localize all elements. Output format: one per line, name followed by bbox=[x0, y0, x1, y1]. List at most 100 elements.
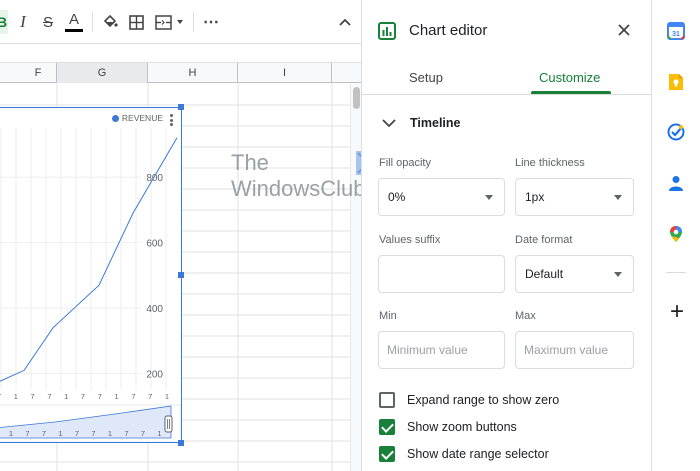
toolbar-divider bbox=[193, 12, 194, 32]
resize-handle-bottom-right[interactable] bbox=[178, 440, 184, 446]
chart-menu-icon[interactable] bbox=[170, 114, 173, 126]
column-header-row: F G H I bbox=[0, 62, 361, 83]
x-tick-label: 7 bbox=[31, 392, 35, 401]
max-label: Max bbox=[515, 310, 536, 322]
tabs-divider bbox=[362, 94, 652, 95]
chevron-down-icon bbox=[177, 20, 183, 24]
min-label: Min bbox=[379, 310, 397, 322]
max-field[interactable] bbox=[516, 332, 633, 368]
expand-range-option[interactable]: Expand range to show zero bbox=[379, 391, 559, 409]
show-zoom-buttons-option[interactable]: Show zoom buttons bbox=[379, 418, 517, 436]
navigator-tick-label: 1 bbox=[58, 429, 62, 438]
italic-button[interactable]: I bbox=[12, 10, 34, 34]
dropdown-value: 1px bbox=[525, 190, 545, 204]
dropdown-value: Default bbox=[525, 267, 564, 281]
calendar-day: 31 bbox=[672, 31, 680, 38]
column-label: G bbox=[97, 67, 107, 79]
plus-icon: + bbox=[669, 298, 684, 325]
chart-editor-panel: Chart editor Setup Customize Timeline Fi… bbox=[361, 0, 652, 471]
navigator-tick-label: 1 bbox=[108, 429, 112, 438]
line-chart: 800600400200717717717711771771771 bbox=[0, 128, 181, 442]
resize-handle-right[interactable] bbox=[178, 272, 184, 278]
show-zoom-buttons-checkbox[interactable] bbox=[379, 419, 395, 435]
navigator-tick-label: 1 bbox=[9, 429, 13, 438]
column-header-f[interactable]: F bbox=[0, 63, 57, 83]
min-field[interactable] bbox=[379, 332, 504, 368]
y-tick-label: 600 bbox=[146, 239, 163, 250]
caret-down-icon bbox=[614, 195, 622, 200]
caret-down-icon bbox=[485, 195, 493, 200]
range-navigator[interactable]: 1 7 7 1 7 7 1 7 7 1 bbox=[0, 404, 181, 442]
date-format-dropdown[interactable]: Default bbox=[515, 255, 634, 293]
tasks-icon[interactable] bbox=[667, 123, 685, 141]
checkbox-label: Show zoom buttons bbox=[407, 420, 517, 434]
dropdown-value: 0% bbox=[388, 190, 406, 204]
x-tick-label: 1 bbox=[14, 392, 18, 401]
navigator-tick-label: 7 bbox=[75, 429, 79, 438]
watermark-line: WindowsClub bbox=[231, 176, 361, 201]
maps-icon[interactable] bbox=[667, 225, 685, 243]
x-tick-label: 1 bbox=[64, 392, 68, 401]
min-input[interactable] bbox=[378, 331, 505, 369]
line-thickness-label: Line thickness bbox=[515, 157, 585, 169]
collapse-toolbar-button[interactable] bbox=[334, 10, 356, 34]
y-tick-label: 400 bbox=[146, 304, 163, 315]
chart[interactable]: 800600400200717717717711771771771 REVENU… bbox=[0, 107, 182, 443]
strikethrough-button[interactable]: S bbox=[37, 10, 59, 34]
section-title: Timeline bbox=[410, 116, 461, 130]
caret-down-icon bbox=[614, 272, 622, 277]
chart-gridlines bbox=[0, 128, 167, 390]
keep-icon[interactable] bbox=[667, 73, 685, 91]
toolbar-divider bbox=[92, 12, 93, 32]
x-tick-label: 7 bbox=[47, 392, 51, 401]
add-addon-button[interactable]: + bbox=[666, 300, 688, 324]
fill-opacity-dropdown[interactable]: 0% bbox=[378, 178, 505, 216]
chart-legend: REVENUE bbox=[111, 113, 163, 123]
x-tick-label: 7 bbox=[148, 392, 152, 401]
column-header-h[interactable]: H bbox=[148, 63, 238, 83]
max-input[interactable] bbox=[515, 331, 634, 369]
y-tick-label: 200 bbox=[146, 370, 163, 381]
spreadsheet-area: B I S A ⋯ F G H I 800 600 400 200 1 7 7 … bbox=[0, 0, 361, 471]
tab-setup[interactable]: Setup bbox=[409, 70, 443, 85]
values-suffix-field[interactable] bbox=[379, 256, 504, 292]
text-color-bar bbox=[65, 29, 83, 32]
editor-title: Chart editor bbox=[409, 22, 488, 39]
text-color-button[interactable]: A bbox=[62, 10, 86, 34]
column-header-g[interactable]: G bbox=[57, 63, 148, 83]
expand-range-checkbox[interactable] bbox=[379, 392, 395, 408]
calendar-icon[interactable]: 31 bbox=[667, 22, 685, 40]
x-tick-label: 7 bbox=[98, 392, 102, 401]
fill-opacity-label: Fill opacity bbox=[379, 157, 431, 169]
show-date-range-checkbox[interactable] bbox=[379, 446, 395, 462]
bold-button[interactable]: B bbox=[0, 10, 8, 34]
x-tick-label: 1 bbox=[165, 392, 169, 401]
merge-cells-button[interactable] bbox=[152, 10, 186, 34]
borders-icon bbox=[128, 14, 144, 30]
vertical-scrollbar[interactable] bbox=[350, 83, 361, 471]
more-options-button[interactable]: ⋯ bbox=[200, 10, 222, 34]
resize-handle-top-right[interactable] bbox=[178, 104, 184, 110]
checkbox-label: Show date range selector bbox=[407, 447, 549, 461]
range-drag-handle[interactable] bbox=[164, 415, 173, 433]
legend-label: REVENUE bbox=[121, 113, 163, 123]
timeline-section-header[interactable]: Timeline bbox=[382, 114, 460, 132]
sidebar-divider bbox=[666, 272, 686, 273]
values-suffix-input[interactable] bbox=[378, 255, 505, 293]
chart-icon bbox=[378, 22, 396, 40]
values-suffix-label: Values suffix bbox=[379, 234, 441, 246]
x-tick-label: 7 bbox=[131, 392, 135, 401]
column-header-i[interactable]: I bbox=[238, 63, 332, 83]
fill-color-button[interactable] bbox=[98, 10, 122, 34]
paint-bucket-icon bbox=[103, 14, 118, 28]
borders-button[interactable] bbox=[125, 10, 147, 34]
scrollbar-thumb[interactable] bbox=[353, 87, 360, 109]
show-date-range-option[interactable]: Show date range selector bbox=[379, 445, 549, 463]
line-thickness-dropdown[interactable]: 1px bbox=[515, 178, 634, 216]
merge-cells-icon bbox=[155, 14, 172, 30]
close-button[interactable] bbox=[617, 23, 633, 39]
formatting-toolbar: B I S A ⋯ bbox=[0, 0, 361, 44]
tab-customize[interactable]: Customize bbox=[539, 70, 600, 85]
contacts-icon[interactable] bbox=[667, 174, 685, 192]
navigator-tick-label: 7 bbox=[124, 429, 128, 438]
